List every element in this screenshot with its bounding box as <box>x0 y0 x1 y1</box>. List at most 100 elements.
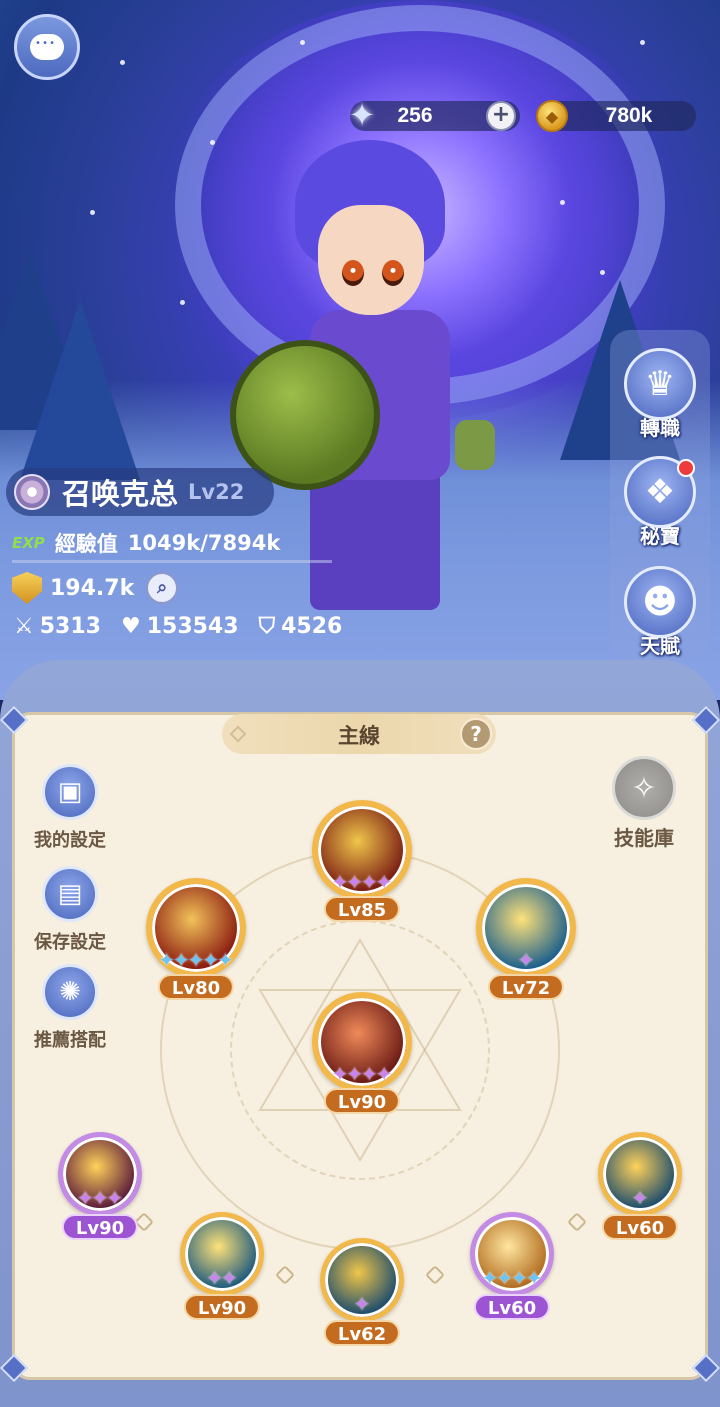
exp-label: 經驗值 <box>54 532 118 556</box>
star-icon: ✦ <box>353 1292 371 1316</box>
left-button-label: 我的設定 <box>34 830 106 851</box>
skill-library-label: 技能庫 <box>614 826 674 850</box>
character-eye <box>342 260 364 286</box>
star-icon: ✦ <box>517 948 535 972</box>
gold-coin-icon: ◆ <box>536 100 568 132</box>
character-glove <box>455 420 495 470</box>
attack-value: 5313 <box>39 614 101 639</box>
skill-node-bottom-2[interactable]: ✦ ✦ Lv90 <box>172 1212 272 1362</box>
card-settings-icon: ▣ <box>42 764 98 820</box>
treasure-chest-icon: ❖ <box>624 456 696 528</box>
star-icon: ✦ <box>525 1266 543 1290</box>
my-settings-button[interactable]: ▣ 我的設定 <box>22 764 118 852</box>
side-item-talent[interactable]: ☻ 天賦 <box>610 558 710 658</box>
skill-level-badge: Lv90 <box>323 1088 401 1114</box>
skill-stars: ✦ <box>590 1188 690 1208</box>
skill-library-icon: ✧ <box>612 756 676 820</box>
skill-stars: ✦ ✦ ✦ ✦ <box>312 872 412 892</box>
talent-head-icon: ☻ <box>624 566 696 638</box>
combat-power-shield-icon <box>12 572 42 604</box>
skill-stars: ✦ ✦ ✦ ✦ <box>462 1268 562 1288</box>
save-disk-icon: ▤ <box>42 866 98 922</box>
star-icon: ✦ <box>375 870 393 894</box>
defense-stat: ⛉ 4526 <box>259 614 343 639</box>
add-gems-button[interactable]: + <box>486 101 516 131</box>
hp-value: 153543 <box>146 614 239 639</box>
exp-icon: EXP <box>12 534 45 552</box>
recommend-combo-icon: ✺ <box>42 964 98 1020</box>
skill-library-button[interactable]: ✧ 技能庫 <box>604 756 684 851</box>
gem-value: 256 <box>397 104 433 127</box>
player-name: 召唤克总 <box>62 477 179 511</box>
skill-level-badge: Lv60 <box>473 1294 551 1320</box>
chat-bubble-icon <box>30 34 64 60</box>
snowflake <box>640 40 645 45</box>
snowflake <box>600 270 605 275</box>
recommended-combo-button[interactable]: ✺ 推薦搭配 <box>22 964 118 1052</box>
stats-row: ⚔ 5313 ♥ 153543 ⛉ 4526 <box>14 614 362 639</box>
skill-level-badge: Lv60 <box>601 1214 679 1240</box>
skill-node-bottom-5[interactable]: ✦ Lv60 <box>590 1132 690 1282</box>
left-button-label: 推薦搭配 <box>34 1030 106 1051</box>
skill-node-upper-right[interactable]: ✦ Lv72 <box>476 878 576 1028</box>
crossed-swords-icon: ⚔ <box>14 614 34 639</box>
star-icon: ✦ <box>106 1186 124 1210</box>
skill-node-bottom-4[interactable]: ✦ ✦ ✦ ✦ Lv60 <box>462 1212 562 1362</box>
defense-value: 4526 <box>281 614 343 639</box>
player-name-plate[interactable]: 召唤克总 Lv22 <box>6 468 274 516</box>
notification-badge <box>677 459 695 477</box>
tab-mainline[interactable]: 主線 ? <box>222 714 496 754</box>
help-button[interactable]: ? <box>460 718 492 750</box>
skill-stars: ✦ ✦ <box>172 1268 272 1288</box>
snowflake <box>180 300 185 305</box>
avatar[interactable] <box>14 474 50 510</box>
skill-node-top[interactable]: ✦ ✦ ✦ ✦ Lv85 <box>312 800 412 950</box>
skill-stars: ✦ <box>476 950 576 970</box>
gold-value: 780k <box>605 104 653 127</box>
tab-mainline-label: 主線 <box>338 724 380 748</box>
skill-stars: ✦ ✦ ✦ <box>50 1188 150 1208</box>
star-icon: ✦ <box>631 1186 649 1210</box>
attack-stat: ⚔ 5313 <box>14 614 101 639</box>
shield-icon: ⛉ <box>258 614 276 639</box>
combat-power-value: 194.7k <box>50 575 135 601</box>
snowflake <box>300 40 305 45</box>
heart-icon: ♥ <box>120 614 141 639</box>
side-menu: ♛ 轉職 ❖ 秘寶 ☻ 天賦 <box>610 330 710 660</box>
exp-divider <box>12 560 332 563</box>
hp-stat: ♥ 153543 <box>121 614 239 639</box>
skill-node-bottom-3[interactable]: ✦ Lv62 <box>312 1238 412 1388</box>
side-item-treasure[interactable]: ❖ 秘寶 <box>610 448 710 548</box>
skill-node-center[interactable]: ✦ ✦ ✦ ✦ Lv90 <box>312 992 412 1142</box>
skill-level-badge: Lv90 <box>183 1294 261 1320</box>
skill-node-bottom-1[interactable]: ✦ ✦ ✦ Lv90 <box>50 1132 150 1282</box>
snowflake <box>90 210 95 215</box>
power-detail-search-button[interactable]: ⌕ <box>146 572 179 604</box>
player-character[interactable] <box>220 130 510 650</box>
pine-tree <box>20 300 140 480</box>
skill-node-upper-left[interactable]: ✦ ✦ ✦ ✦ ✦ Lv80 <box>146 878 246 1028</box>
character-face <box>318 205 424 315</box>
skill-level-badge: Lv80 <box>157 974 235 1000</box>
exp-row: EXP 經驗值 1049k/7894k <box>12 528 280 558</box>
chat-button[interactable] <box>14 14 80 80</box>
side-item-class-change[interactable]: ♛ 轉職 <box>610 340 710 440</box>
gold-counter: ◆ 780k <box>536 100 696 132</box>
left-button-label: 保存設定 <box>34 932 106 953</box>
skill-stars: ✦ <box>312 1294 412 1314</box>
gem-counter: ✦ 256 + <box>349 96 520 134</box>
star-icon: ✦ <box>375 1062 393 1086</box>
skill-level-badge: Lv90 <box>61 1214 139 1240</box>
skill-stars: ✦ ✦ ✦ ✦ <box>312 1064 412 1084</box>
snowflake <box>120 60 125 65</box>
snowflake <box>560 200 565 205</box>
class-change-icon: ♛ <box>624 348 696 420</box>
skill-stars: ✦ ✦ ✦ ✦ ✦ <box>146 950 246 970</box>
skill-level-badge: Lv85 <box>323 896 401 922</box>
save-settings-button[interactable]: ▤ 保存設定 <box>22 866 118 954</box>
star-icon: ✦ <box>217 948 234 972</box>
star-icon: ✦ <box>221 1266 238 1290</box>
combat-power-row: 194.7k ⌕ <box>12 572 179 604</box>
skill-level-badge: Lv72 <box>487 974 565 1000</box>
exp-value: 1049k/7894k <box>127 531 281 555</box>
